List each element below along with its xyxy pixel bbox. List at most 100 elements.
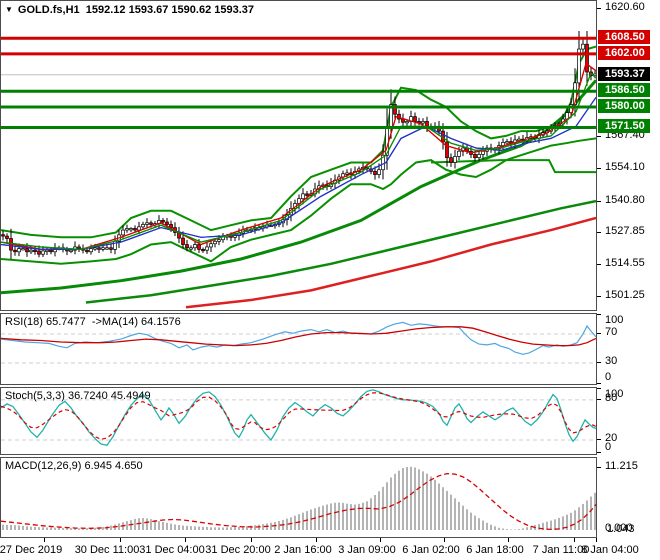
rsi-axis-label: 0 bbox=[605, 371, 612, 383]
trading-terminal: ▼ GOLD.fs,H1 1592.12 1593.67 1590.62 1593… bbox=[0, 0, 660, 560]
candle-body bbox=[165, 221, 169, 225]
time-axis: 27 Dec 2019 30 Dec 11:00 31 Dec 04:00 31 De… bbox=[0, 538, 660, 560]
time-axis-tick bbox=[251, 538, 252, 542]
candle-body bbox=[205, 246, 209, 251]
candle-body bbox=[29, 249, 33, 253]
rsi-indicator-panel[interactable]: RSI(18) 65.7477 ->MA(14) 64.1576 bbox=[0, 313, 597, 385]
candle-body bbox=[517, 138, 521, 141]
resistance-badge: 1608.50 bbox=[598, 30, 650, 45]
candle-body bbox=[33, 249, 37, 252]
candle-body bbox=[137, 226, 141, 231]
time-axis-label: 3 Jan 09:00 bbox=[338, 544, 396, 556]
axis-tick bbox=[597, 452, 601, 454]
candle-body bbox=[201, 249, 205, 252]
candle-body bbox=[421, 121, 425, 124]
time-axis-label: 2 Jan 16:00 bbox=[274, 544, 332, 556]
candle-body bbox=[89, 248, 93, 253]
candle-body bbox=[149, 222, 153, 225]
candle-body bbox=[373, 170, 377, 175]
macd-label: MACD(12,26,9) 6.945 4.650 bbox=[5, 460, 143, 472]
candle-body bbox=[413, 116, 417, 122]
axis-tick bbox=[597, 136, 601, 138]
candle-body bbox=[209, 243, 213, 248]
candle-body bbox=[585, 43, 589, 73]
price-axis-label: 1514.55 bbox=[605, 256, 645, 269]
candle-body bbox=[477, 154, 481, 159]
time-axis-label: 6 Jan 02:00 bbox=[402, 544, 460, 556]
time-axis-tick bbox=[508, 538, 509, 542]
stoch-axis-label: 0 bbox=[605, 441, 612, 453]
axis-tick bbox=[597, 362, 601, 363]
time-axis-tick bbox=[596, 538, 597, 542]
candle-body bbox=[101, 247, 105, 250]
candle-body bbox=[453, 156, 457, 163]
candle-body bbox=[301, 193, 305, 200]
ma-thin-green-line bbox=[1, 72, 596, 251]
candle-body bbox=[21, 248, 25, 251]
ma-slow-blue-line bbox=[1, 96, 596, 250]
time-axis-tick bbox=[120, 538, 121, 542]
chart-symbol: GOLD.fs,H1 bbox=[17, 4, 80, 16]
rsi-axis-label: 100 bbox=[605, 314, 624, 326]
macd-axis-label-zero: 0.000 bbox=[605, 522, 633, 534]
candle-body bbox=[121, 229, 125, 236]
candle-body bbox=[189, 247, 193, 250]
candle-body bbox=[213, 240, 217, 245]
macd-indicator-panel[interactable]: MACD(12,26,9) 6.945 4.650 bbox=[0, 457, 597, 538]
candle-body bbox=[161, 220, 165, 223]
candle-body bbox=[473, 154, 477, 159]
price-axis-label: 1540.80 bbox=[605, 193, 645, 206]
time-axis-tick bbox=[444, 538, 445, 542]
axis-tick bbox=[597, 8, 601, 9]
axis-tick bbox=[597, 466, 601, 468]
rsi-axis-label: 70 bbox=[605, 326, 618, 338]
candle-body bbox=[1, 234, 5, 237]
axis-tick bbox=[597, 388, 601, 389]
candle-body bbox=[93, 247, 97, 250]
candle-body bbox=[405, 121, 409, 124]
axis-tick bbox=[597, 263, 601, 265]
axis-tick bbox=[597, 383, 601, 384]
time-axis-tick bbox=[574, 538, 575, 542]
axis-tick bbox=[597, 231, 601, 233]
axis-tick bbox=[597, 168, 601, 170]
candle-body bbox=[13, 249, 17, 253]
time-axis-label: 6 Jan 18:00 bbox=[466, 544, 524, 556]
candle-body bbox=[197, 244, 201, 250]
candle-body bbox=[581, 43, 585, 50]
candle-body bbox=[109, 247, 113, 250]
price-axis-label: 1620.60 bbox=[605, 1, 645, 13]
price-chart-panel[interactable]: ▼ GOLD.fs,H1 1592.12 1593.67 1590.62 1593… bbox=[0, 0, 597, 311]
candle-body bbox=[25, 248, 29, 253]
candle-body bbox=[345, 172, 349, 175]
candle-body bbox=[145, 222, 149, 225]
price-axis-label: 1501.25 bbox=[605, 289, 645, 302]
candle-body bbox=[5, 235, 9, 239]
candle-body bbox=[445, 141, 449, 159]
price-axis-label: 1554.10 bbox=[605, 161, 645, 174]
current-price-badge: 1593.37 bbox=[598, 66, 650, 81]
chart-dropdown-icon[interactable]: ▼ bbox=[5, 5, 13, 14]
price-chart-canvas[interactable] bbox=[1, 1, 596, 310]
rsi-label: RSI(18) 65.7477 ->MA(14) 64.1576 bbox=[5, 316, 181, 328]
candle-body bbox=[425, 121, 429, 127]
ma-thin-green-top bbox=[1, 72, 596, 251]
stochastic-indicator-panel[interactable]: Stoch(5,3,3) 36.7240 45.4949 bbox=[0, 387, 597, 455]
axis-tick bbox=[597, 333, 601, 334]
support-badge: 1571.50 bbox=[598, 119, 650, 134]
candle-body bbox=[457, 150, 461, 157]
candle-body bbox=[17, 248, 21, 253]
price-axis: 1620.60 1567.40 1554.10 1540.80 1527.85 1514.… bbox=[597, 0, 660, 560]
candle-body bbox=[41, 250, 45, 255]
candle-body bbox=[181, 237, 185, 245]
candle-body bbox=[97, 247, 101, 250]
time-axis-tick bbox=[380, 538, 381, 542]
price-axis-label: 1527.85 bbox=[605, 224, 645, 237]
rsi-axis-label: 30 bbox=[605, 355, 618, 367]
candle-body bbox=[125, 228, 129, 231]
candle-body bbox=[49, 249, 53, 253]
candle-body bbox=[193, 244, 197, 249]
axis-tick bbox=[597, 398, 601, 400]
candle-body bbox=[85, 249, 89, 253]
candle-body bbox=[133, 228, 137, 231]
